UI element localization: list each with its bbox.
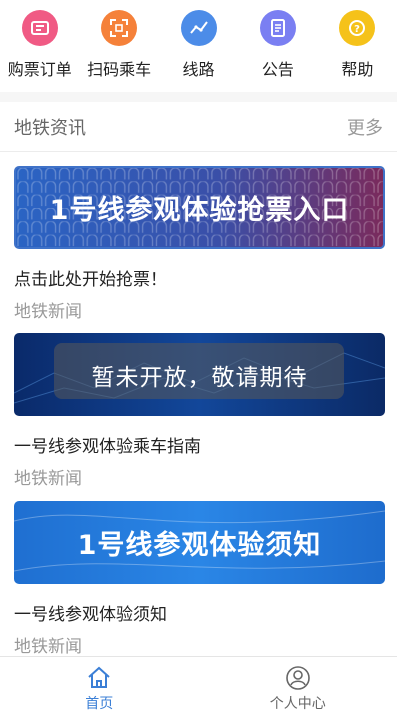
tab-profile[interactable]: 个人中心 bbox=[199, 657, 397, 719]
section-divider bbox=[0, 92, 397, 102]
news-banner: 1号线参观体验抢票入口 bbox=[14, 166, 385, 249]
user-icon bbox=[285, 665, 311, 691]
quick-nav-label: 帮助 bbox=[341, 56, 373, 80]
tab-label: 个人中心 bbox=[270, 693, 326, 713]
news-title: 点击此处开始抢票！ bbox=[14, 265, 167, 290]
news-banner: 1号线参观体验须知 bbox=[14, 501, 385, 584]
more-link[interactable]: 更多 bbox=[347, 114, 383, 140]
section-title: 地铁资讯 bbox=[14, 114, 86, 140]
section-header: 地铁资讯 更多 bbox=[0, 102, 397, 152]
announcement-icon bbox=[260, 10, 296, 46]
news-title: 一号线参观体验须知 bbox=[14, 600, 167, 625]
ticket-order-icon bbox=[22, 10, 58, 46]
bottom-tab-bar: 首页 个人中心 bbox=[0, 656, 397, 719]
quick-nav-route[interactable]: 线路 bbox=[159, 0, 238, 92]
quick-nav-qr-scan[interactable]: 扫码乘车 bbox=[79, 0, 158, 92]
quick-nav-help[interactable]: ? 帮助 bbox=[318, 0, 397, 92]
help-icon: ? bbox=[339, 10, 375, 46]
quick-nav-label: 购票订单 bbox=[8, 56, 72, 80]
quick-nav-announcement[interactable]: 公告 bbox=[238, 0, 317, 92]
svg-text:?: ? bbox=[354, 24, 360, 35]
banner-text: 1号线参观体验须知 bbox=[78, 523, 322, 562]
news-category: 地铁新闻 bbox=[14, 297, 82, 322]
news-category: 地铁新闻 bbox=[14, 632, 82, 657]
tab-label: 首页 bbox=[85, 693, 113, 713]
route-icon bbox=[181, 10, 217, 46]
quick-nav: 购票订单 扫码乘车 线路 公告 ? 帮助 bbox=[0, 0, 397, 92]
quick-nav-label: 线路 bbox=[183, 56, 215, 80]
home-icon bbox=[86, 665, 112, 691]
qr-scan-icon bbox=[101, 10, 137, 46]
banner-text: 暂未开放，敬请期待 bbox=[92, 358, 308, 392]
quick-nav-label: 公告 bbox=[262, 56, 294, 80]
tab-home[interactable]: 首页 bbox=[0, 657, 199, 719]
news-category: 地铁新闻 bbox=[14, 464, 82, 489]
banner-text: 1号线参观体验抢票入口 bbox=[50, 188, 350, 227]
news-banner: 暂未开放，敬请期待 bbox=[14, 333, 385, 416]
quick-nav-label: 扫码乘车 bbox=[87, 56, 151, 80]
quick-nav-ticket-order[interactable]: 购票订单 bbox=[0, 0, 79, 92]
news-title: 一号线参观体验乘车指南 bbox=[14, 432, 201, 457]
